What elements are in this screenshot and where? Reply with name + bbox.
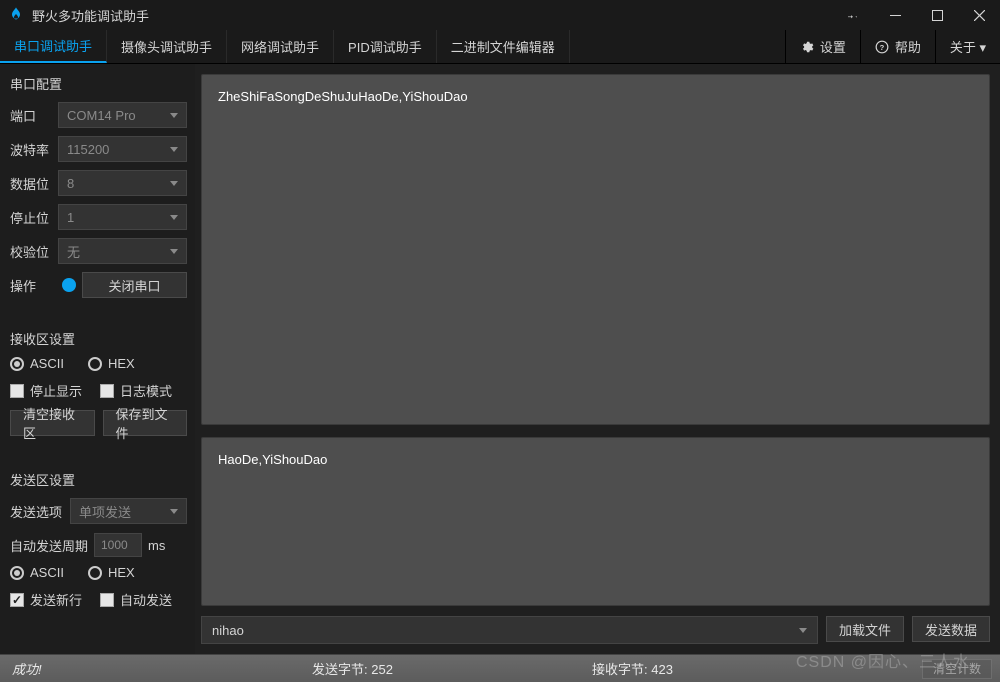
parity-dropdown[interactable]: 无 bbox=[58, 238, 187, 264]
send-data-button[interactable]: 发送数据 bbox=[912, 616, 990, 642]
data-bits-dropdown[interactable]: 8 bbox=[58, 170, 187, 196]
recv-config-group: 接收区设置 ASCII HEX 停止显示 日志模式 清空接收区 保存到文件 bbox=[10, 329, 187, 436]
port-label: 端口 bbox=[10, 106, 52, 125]
clear-recv-button[interactable]: 清空接收区 bbox=[10, 410, 95, 436]
settings-label: 设置 bbox=[820, 37, 846, 56]
serial-config-group: 串口配置 端口 COM14 Pro 波特率 115200 数据位 8 停止位 1… bbox=[10, 74, 187, 299]
help-button[interactable]: ? 帮助 bbox=[860, 30, 935, 63]
chevron-down-icon bbox=[799, 628, 807, 633]
send-mode-dropdown[interactable]: 单项发送 bbox=[70, 498, 187, 524]
tab-camera[interactable]: 摄像头调试助手 bbox=[107, 30, 227, 63]
settings-button[interactable]: 设置 bbox=[785, 30, 860, 63]
log-mode-checkbox[interactable]: 日志模式 bbox=[100, 381, 172, 400]
flame-icon bbox=[8, 6, 24, 25]
clear-count-button[interactable]: 清空计数 bbox=[922, 659, 992, 679]
load-file-button[interactable]: 加载文件 bbox=[826, 616, 904, 642]
recv-config-title: 接收区设置 bbox=[10, 329, 187, 348]
about-label: 关于 ▾ bbox=[950, 37, 986, 56]
data-bits-label: 数据位 bbox=[10, 174, 52, 193]
tabbar: 串口调试助手 摄像头调试助手 网络调试助手 PID调试助手 二进制文件编辑器 bbox=[0, 30, 570, 63]
send-config-title: 发送区设置 bbox=[10, 470, 187, 489]
chevron-down-icon bbox=[170, 113, 178, 118]
auto-send-checkbox[interactable]: 自动发送 bbox=[100, 590, 172, 609]
svg-text:?: ? bbox=[880, 42, 885, 51]
statusbar: 成功! 发送字节: 252 接收字节: 423 清空计数 CSDN @因心、三人… bbox=[0, 654, 1000, 682]
baud-dropdown[interactable]: 115200 bbox=[58, 136, 187, 162]
chevron-down-icon bbox=[170, 147, 178, 152]
status-ok: 成功! bbox=[0, 659, 300, 678]
send-config-group: 发送区设置 发送选项 单项发送 自动发送周期 1000 ms ASCII HEX… bbox=[10, 470, 187, 609]
send-mode-label: 发送选项 bbox=[10, 502, 64, 521]
recv-hex-radio[interactable]: HEX bbox=[88, 356, 135, 371]
port-dropdown[interactable]: COM14 Pro bbox=[58, 102, 187, 128]
titlebar: 野火多功能调试助手 bbox=[0, 0, 1000, 30]
tab-network[interactable]: 网络调试助手 bbox=[227, 30, 334, 63]
send-hex-radio[interactable]: HEX bbox=[88, 565, 135, 580]
stop-bits-label: 停止位 bbox=[10, 208, 52, 227]
pin-button[interactable] bbox=[832, 0, 874, 30]
help-label: 帮助 bbox=[895, 37, 921, 56]
serial-config-title: 串口配置 bbox=[10, 74, 187, 93]
chevron-down-icon bbox=[170, 181, 178, 186]
main-area: ZheShiFaSongDeShuJuHaoDe,YiShouDao HaoDe… bbox=[195, 64, 1000, 654]
tab-binary[interactable]: 二进制文件编辑器 bbox=[437, 30, 570, 63]
minimize-button[interactable] bbox=[874, 0, 916, 30]
operation-label: 操作 bbox=[10, 276, 52, 295]
status-tx: 发送字节: 252 bbox=[300, 659, 580, 678]
close-button[interactable] bbox=[958, 0, 1000, 30]
baud-label: 波特率 bbox=[10, 140, 52, 159]
send-period-label: 自动发送周期 bbox=[10, 536, 88, 555]
gear-icon bbox=[800, 40, 814, 54]
toolbar: 串口调试助手 摄像头调试助手 网络调试助手 PID调试助手 二进制文件编辑器 设… bbox=[0, 30, 1000, 64]
send-pane[interactable]: HaoDe,YiShouDao bbox=[201, 437, 990, 606]
receive-pane[interactable]: ZheShiFaSongDeShuJuHaoDe,YiShouDao bbox=[201, 74, 990, 425]
help-icon: ? bbox=[875, 40, 889, 54]
app-title: 野火多功能调试助手 bbox=[32, 6, 149, 25]
sidebar: 串口配置 端口 COM14 Pro 波特率 115200 数据位 8 停止位 1… bbox=[0, 64, 195, 654]
status-rx: 接收字节: 423 bbox=[580, 659, 922, 678]
send-newline-checkbox[interactable]: 发送新行 bbox=[10, 590, 82, 609]
recv-ascii-radio[interactable]: ASCII bbox=[10, 356, 64, 371]
send-ascii-radio[interactable]: ASCII bbox=[10, 565, 64, 580]
save-file-button[interactable]: 保存到文件 bbox=[103, 410, 188, 436]
stop-bits-dropdown[interactable]: 1 bbox=[58, 204, 187, 230]
stop-display-checkbox[interactable]: 停止显示 bbox=[10, 381, 82, 400]
send-period-input[interactable]: 1000 bbox=[94, 533, 142, 557]
chevron-down-icon bbox=[170, 215, 178, 220]
tab-serial[interactable]: 串口调试助手 bbox=[0, 30, 107, 63]
chevron-down-icon bbox=[170, 509, 178, 514]
chevron-down-icon bbox=[170, 249, 178, 254]
maximize-button[interactable] bbox=[916, 0, 958, 30]
about-button[interactable]: 关于 ▾ bbox=[935, 30, 1000, 63]
status-indicator bbox=[62, 278, 76, 292]
close-port-button[interactable]: 关闭串口 bbox=[82, 272, 187, 298]
parity-label: 校验位 bbox=[10, 242, 52, 261]
send-period-unit: ms bbox=[148, 538, 165, 553]
send-history-dropdown[interactable]: nihao bbox=[201, 616, 818, 644]
tab-pid[interactable]: PID调试助手 bbox=[334, 30, 437, 63]
